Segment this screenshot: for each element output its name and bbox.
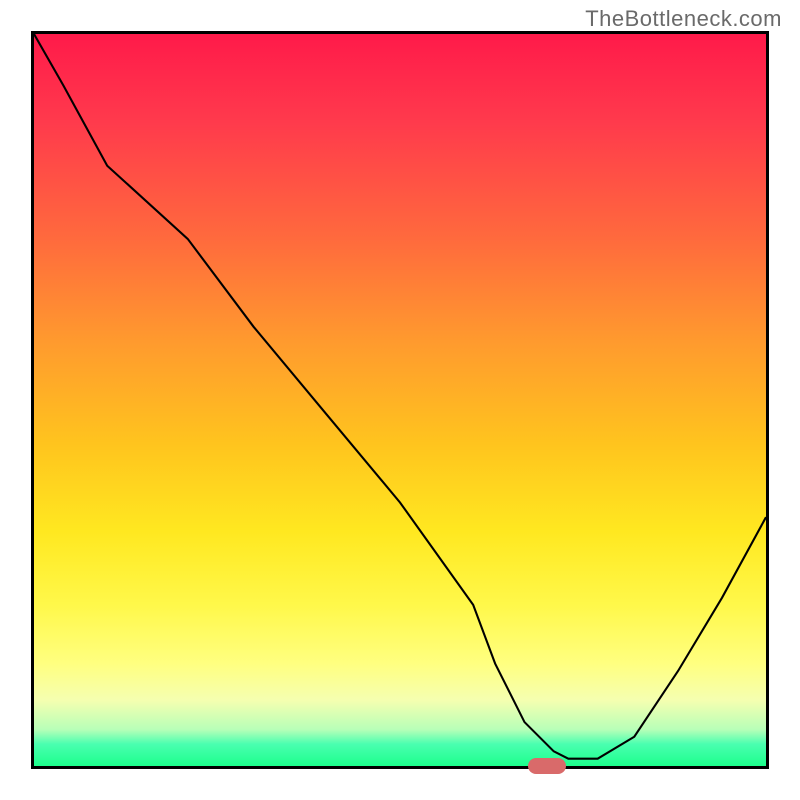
watermark-text: TheBottleneck.com xyxy=(585,6,782,32)
optimal-marker xyxy=(528,758,566,774)
bottleneck-curve xyxy=(34,34,766,766)
curve-path xyxy=(34,34,766,759)
chart-plot-area xyxy=(31,31,769,769)
